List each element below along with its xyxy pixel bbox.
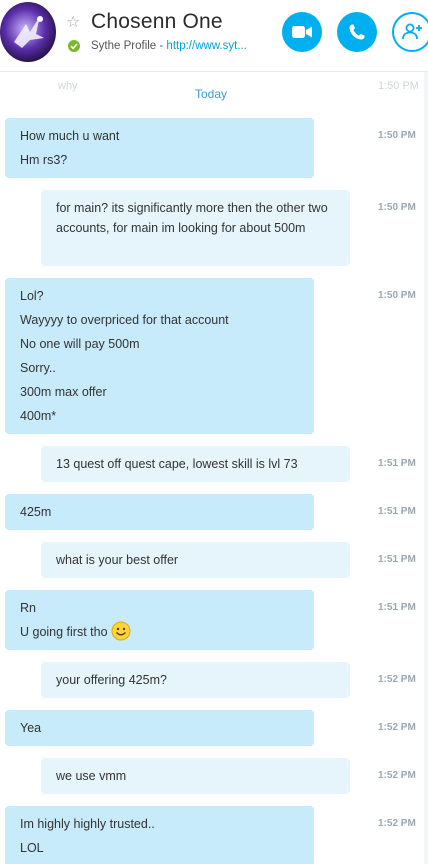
message-text: No one will pay 500m	[20, 337, 140, 351]
favorite-star-icon[interactable]: ☆	[66, 12, 80, 31]
profile-line: Sythe Profile - http://www.syt...	[91, 40, 247, 52]
message-text: your offering 425m?	[56, 673, 167, 687]
message-text: 425m	[20, 505, 52, 519]
date-divider: Today	[194, 87, 228, 101]
message-timestamp: 1:52 PM	[378, 770, 416, 781]
add-people-button[interactable]	[392, 12, 428, 52]
incoming-message[interactable]: How much u want Hm rs3?	[5, 118, 314, 178]
message-timestamp: 1:52 PM	[378, 674, 416, 685]
phone-icon	[349, 24, 365, 40]
message-text: what is your best offer	[56, 553, 179, 567]
message-text: Im highly highly trusted..	[20, 817, 155, 831]
message-text: Wayyyy to overpriced for that account	[20, 313, 229, 327]
outgoing-message[interactable]: your offering 425m?	[41, 662, 350, 698]
message-timestamp: 1:51 PM	[378, 458, 416, 469]
message-text: 13 quest off quest cape, lowest skill is…	[56, 457, 298, 471]
contact-avatar[interactable]	[0, 2, 56, 62]
message-text: LOL	[20, 841, 44, 855]
avatar-bird-image	[14, 16, 44, 48]
message-text: Yea	[20, 721, 42, 735]
incoming-message[interactable]: 425m	[5, 494, 314, 530]
outgoing-message[interactable]: 13 quest off quest cape, lowest skill is…	[41, 446, 350, 482]
smiley-emoji-icon	[111, 621, 131, 641]
message-text: U going first tho	[20, 625, 108, 639]
profile-link[interactable]: http://www.syt...	[166, 40, 247, 52]
incoming-message[interactable]: Yea	[5, 710, 314, 746]
message-text-line: U going first tho	[20, 620, 299, 644]
chat-header: ☆ Chosenn One Sythe Profile - http://www…	[0, 0, 428, 72]
contact-name: Chosenn One	[91, 10, 223, 33]
online-status-icon	[68, 40, 80, 52]
message-timestamp: 1:52 PM	[378, 722, 416, 733]
message-text: for main? its significantly more then th…	[56, 201, 328, 235]
message-text: Rn	[20, 601, 36, 615]
outgoing-message[interactable]: what is your best offer	[41, 542, 350, 578]
incoming-message[interactable]: Im highly highly trusted.. LOL	[5, 806, 314, 864]
message-timestamp: 1:50 PM	[378, 130, 416, 141]
message-timestamp: 1:50 PM	[378, 290, 416, 301]
profile-label: Sythe Profile -	[91, 40, 167, 52]
incoming-message[interactable]: Lol? Wayyyy to overpriced for that accou…	[5, 278, 314, 434]
message-timestamp: 1:52 PM	[378, 818, 416, 829]
message-text: 300m max offer	[20, 385, 107, 399]
message-text: Sorry..	[20, 361, 56, 375]
message-text: we use vmm	[56, 769, 127, 783]
audio-call-button[interactable]	[337, 12, 377, 52]
outgoing-message[interactable]: for main? its significantly more then th…	[41, 190, 350, 266]
outgoing-message[interactable]: we use vmm	[41, 758, 350, 794]
message-timestamp: 1:51 PM	[378, 602, 416, 613]
add-person-icon	[402, 23, 422, 40]
chat-scrollbar[interactable]	[424, 72, 428, 864]
video-call-button[interactable]	[282, 12, 322, 52]
message-text: How much u want	[20, 129, 120, 143]
message-text: 400m*	[20, 409, 57, 423]
message-timestamp: 1:51 PM	[378, 554, 416, 565]
incoming-message[interactable]: Rn U going first tho	[5, 590, 314, 650]
message-text: Lol?	[20, 289, 44, 303]
message-timestamp: 1:50 PM	[378, 202, 416, 213]
message-text: Hm rs3?	[20, 153, 68, 167]
message-timestamp: 1:51 PM	[378, 506, 416, 517]
video-camera-icon	[292, 26, 312, 38]
